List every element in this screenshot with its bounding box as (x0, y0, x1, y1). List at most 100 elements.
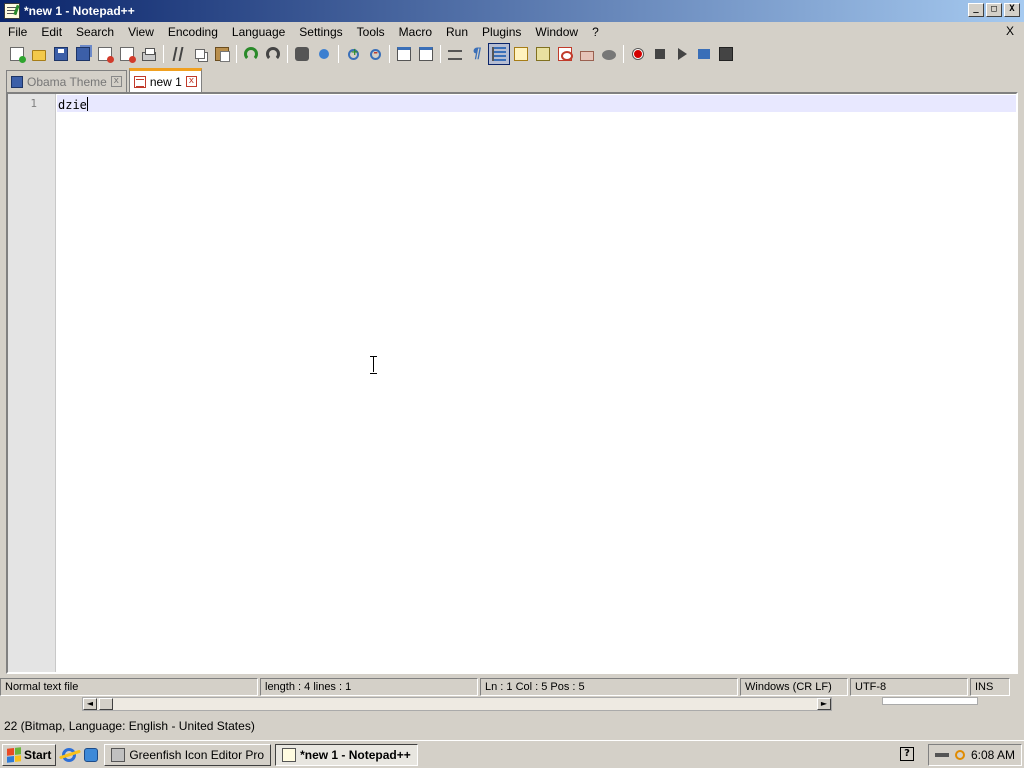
tab-new-1[interactable]: new 1 x (128, 68, 202, 92)
sync-horizontal-button[interactable] (415, 43, 437, 65)
save-all-icon (76, 47, 90, 61)
horizontal-scrollbar[interactable]: ◄ ► (82, 697, 832, 711)
record-macro-icon (633, 49, 643, 59)
cut-button[interactable] (167, 43, 189, 65)
copy-button[interactable] (189, 43, 211, 65)
zoom-in-button[interactable] (342, 43, 364, 65)
minimize-button[interactable]: _ (968, 3, 984, 17)
show-desktop-icon (84, 747, 99, 762)
zoom-out-button[interactable] (364, 43, 386, 65)
status-insert-mode[interactable]: INS (970, 678, 1010, 696)
clock[interactable]: 6:08 AM (971, 748, 1015, 762)
line-number: 1 (30, 97, 37, 110)
menu-plugins[interactable]: Plugins (474, 25, 527, 39)
function-list-button[interactable] (532, 43, 554, 65)
menu-run[interactable]: Run (438, 25, 474, 39)
menu-settings[interactable]: Settings (291, 25, 348, 39)
close-button[interactable]: X (1004, 3, 1020, 17)
new-file-button[interactable] (6, 43, 28, 65)
document-map-button[interactable] (510, 43, 532, 65)
indent-guide-icon (492, 47, 506, 61)
status-encoding[interactable]: UTF-8 (850, 678, 968, 696)
menu-file[interactable]: File (0, 25, 33, 39)
save-macro-button[interactable] (715, 43, 737, 65)
toolbar: ¶ (0, 42, 1024, 66)
current-line-highlight (57, 95, 1016, 112)
saved-file-icon (11, 75, 23, 88)
close-icon (98, 47, 114, 63)
maximize-button[interactable]: □ (986, 3, 1002, 17)
line-number-gutter[interactable]: 1 (8, 94, 56, 672)
status-position: Ln : 1 Col : 5 Pos : 5 (480, 678, 738, 696)
undo-button[interactable] (240, 43, 262, 65)
close-document-button[interactable]: X (1006, 24, 1014, 38)
editor-line[interactable]: dzie (58, 97, 88, 112)
menu-tools[interactable]: Tools (349, 25, 391, 39)
indent-guide-button[interactable] (488, 43, 510, 65)
redo-button[interactable] (262, 43, 284, 65)
word-wrap-button[interactable] (444, 43, 466, 65)
playback-button[interactable] (671, 43, 693, 65)
notepadpp-app-icon (282, 747, 297, 762)
close-all-button[interactable] (116, 43, 138, 65)
menu-window[interactable]: Window (527, 25, 584, 39)
close-all-icon (120, 47, 136, 63)
internet-explorer-quicklaunch[interactable] (60, 746, 78, 764)
start-button[interactable]: Start (2, 743, 57, 766)
redo-icon (266, 47, 280, 61)
taskbar-notepadpp[interactable]: *new 1 - Notepad++ (275, 743, 418, 766)
internet-explorer-icon (62, 747, 77, 762)
folder-workspace-button[interactable] (576, 43, 598, 65)
tab-bar: Obama Theme x new 1 x (0, 68, 1024, 92)
run-macro-multiple-button[interactable] (693, 43, 715, 65)
help-icon[interactable]: ? (900, 747, 914, 761)
sync-vertical-icon (397, 47, 411, 61)
tab-close-icon[interactable]: x (185, 76, 197, 87)
menu-bar: File Edit Search View Encoding Language … (0, 22, 1024, 42)
show-desktop-quicklaunch[interactable] (82, 746, 100, 764)
open-file-button[interactable] (28, 43, 50, 65)
search-tray-icon[interactable] (954, 750, 965, 760)
scroll-left-icon[interactable]: ◄ (83, 698, 97, 710)
status-length: length : 4 lines : 1 (260, 678, 478, 696)
menu-encoding[interactable]: Encoding (160, 25, 224, 39)
menu-help[interactable]: ? (584, 25, 605, 39)
text-editor[interactable]: 1 dzie (6, 92, 1018, 674)
sync-horizontal-icon (419, 47, 433, 61)
close-button[interactable] (94, 43, 116, 65)
menu-edit[interactable]: Edit (33, 25, 68, 39)
system-tray: 6:08 AM (927, 744, 1022, 766)
show-all-characters-button[interactable]: ¶ (466, 43, 488, 65)
notepadpp-app-icon[interactable] (4, 3, 20, 19)
save-all-button[interactable] (72, 43, 94, 65)
menu-language[interactable]: Language (224, 25, 291, 39)
cut-icon (172, 47, 184, 61)
save-button[interactable] (50, 43, 72, 65)
network-key-icon[interactable] (934, 753, 949, 757)
scrollbar-thumb[interactable] (99, 698, 113, 710)
status-eol[interactable]: Windows (CR LF) (740, 678, 848, 696)
record-macro-button[interactable] (627, 43, 649, 65)
print-button[interactable] (138, 43, 160, 65)
scroll-right-icon[interactable]: ► (817, 698, 831, 710)
toolbar-separator (389, 45, 390, 63)
folder-workspace-icon (580, 50, 594, 61)
tab-close-icon[interactable]: x (110, 76, 122, 87)
replace-button[interactable] (313, 43, 335, 65)
background-field (882, 697, 978, 705)
menu-search[interactable]: Search (68, 25, 120, 39)
monitoring-button[interactable] (598, 43, 620, 65)
toolbar-separator (338, 45, 339, 63)
menu-view[interactable]: View (120, 25, 160, 39)
greenfish-app-icon (111, 747, 126, 762)
pdf-button[interactable] (554, 43, 576, 65)
stop-recording-button[interactable] (649, 43, 671, 65)
tab-obama-theme[interactable]: Obama Theme x (6, 70, 127, 92)
toolbar-separator (236, 45, 237, 63)
taskbar-button-label: *new 1 - Notepad++ (300, 747, 411, 762)
paste-button[interactable] (211, 43, 233, 65)
find-button[interactable] (291, 43, 313, 65)
taskbar-greenfish-icon-editor[interactable]: Greenfish Icon Editor Pro (104, 743, 272, 766)
menu-macro[interactable]: Macro (391, 25, 438, 39)
sync-vertical-button[interactable] (393, 43, 415, 65)
